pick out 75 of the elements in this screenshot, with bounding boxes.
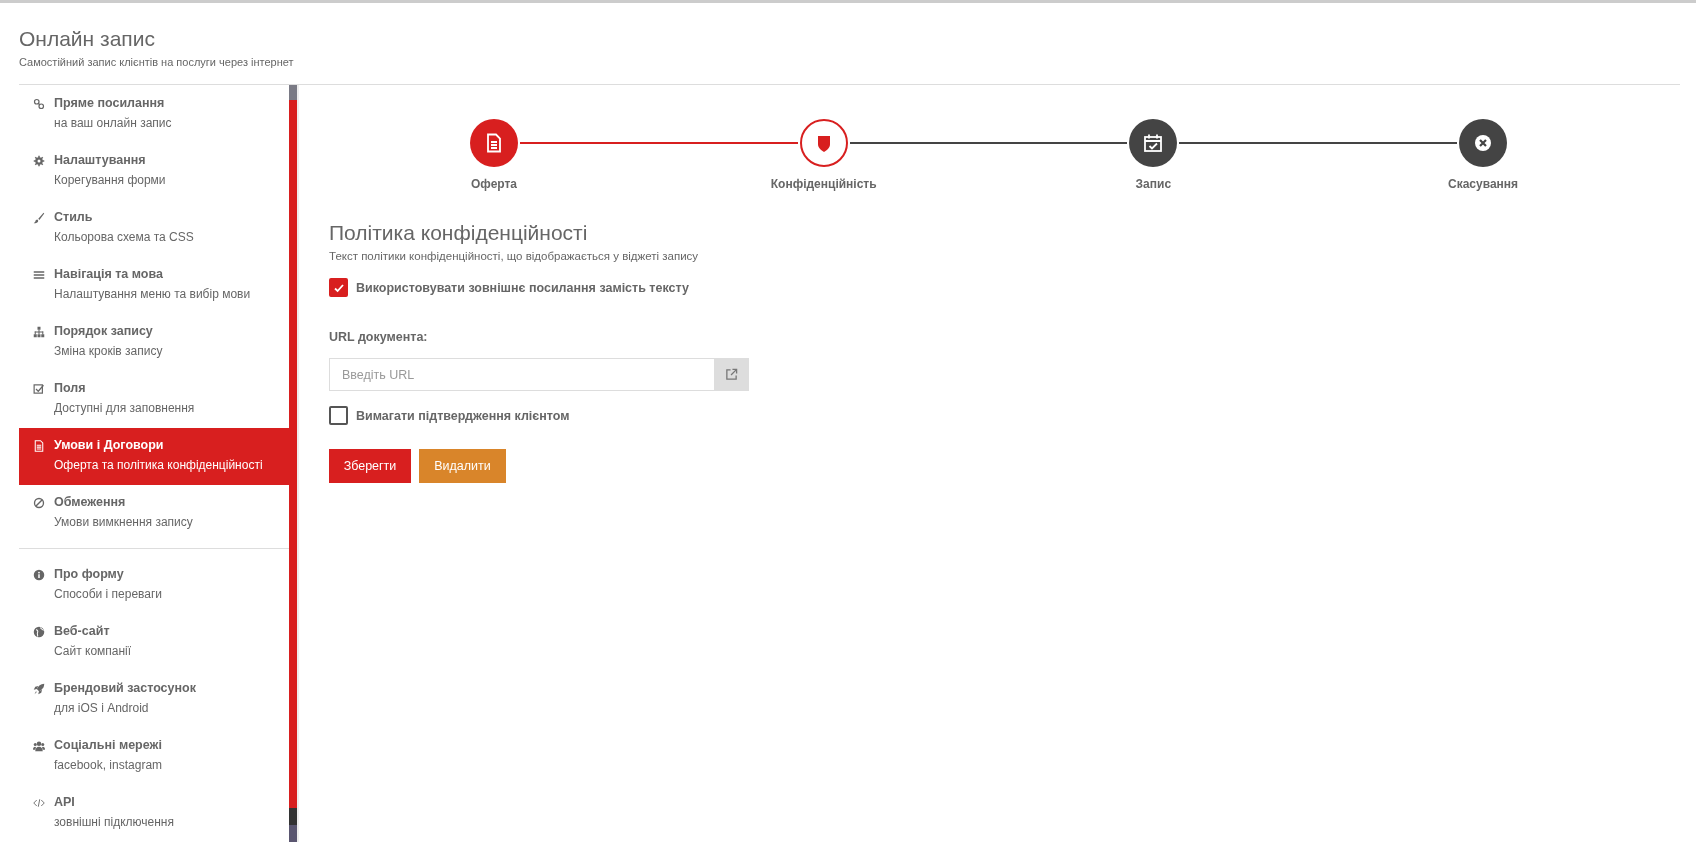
sidebar-item[interactable]: Стиль Кольорова схема та CSS xyxy=(19,200,289,257)
sidebar-item-title: Налаштування xyxy=(54,153,147,167)
step-label: Скасування xyxy=(1447,177,1519,191)
step-label: Оферта xyxy=(470,177,518,191)
sidebar-item[interactable]: API зовнішні підключення xyxy=(19,785,289,842)
sidebar-item[interactable]: Обмеження Умови вимкнення запису xyxy=(19,485,289,542)
menu-icon xyxy=(33,269,45,281)
sidebar-item-subtitle: на ваш онлайн запис xyxy=(54,116,172,130)
step-label: Конфіденційність xyxy=(770,177,877,191)
sidebar-item-title: Поля xyxy=(54,381,87,395)
sidebar-item-title: Навігація та мова xyxy=(54,267,164,281)
section-description: Текст політики конфіденційності, що відображається у віджеті запису xyxy=(329,250,700,262)
field-label: URL документа: xyxy=(329,330,429,344)
sidebar-item-subtitle: Доступні для заповнення xyxy=(54,401,195,415)
sitemap-icon xyxy=(33,326,45,338)
sidebar-item[interactable]: Навігація та мова Налаштування меню та вибір мови xyxy=(19,257,289,314)
brush-icon xyxy=(33,212,45,224)
sidebar-item-title: Про форму xyxy=(54,567,125,581)
sidebar-item[interactable]: Соціальні мережі facebook, instagram xyxy=(19,728,289,785)
sidebar-scrollbar[interactable] xyxy=(289,85,297,842)
sidebar-item[interactable]: Налаштування Корегування форми xyxy=(19,143,289,200)
sidebar-item-subtitle: Корегування форми xyxy=(54,173,166,187)
sidebar-item-subtitle: Способи і переваги xyxy=(54,587,163,601)
checkbox-label: Вимагати підтвердження клієнтом xyxy=(356,408,570,423)
document-icon xyxy=(484,133,504,153)
sidebar-item[interactable]: Умови і Договори Оферта та політика конфіденційності xyxy=(19,428,289,485)
checkbox-label: Використовувати зовнішнє посилання замість тексту xyxy=(356,280,689,295)
save-button[interactable]: Зберегти xyxy=(329,449,411,483)
step-circle[interactable] xyxy=(799,119,848,167)
sidebar-item-subtitle: Сайт компанії xyxy=(54,644,132,658)
sidebar-item[interactable]: Пряме посилання на ваш онлайн запис xyxy=(19,86,289,143)
step-label: Запис xyxy=(1135,177,1172,191)
sidebar-item-title: Пряме посилання xyxy=(54,96,166,110)
step-circle[interactable] xyxy=(1129,119,1178,167)
checkbox[interactable] xyxy=(329,406,348,425)
ban-icon xyxy=(33,497,45,509)
sidebar-item[interactable]: Про форму Способи і переваги xyxy=(19,557,289,614)
sidebar-item[interactable]: Порядок запису Зміна кроків запису xyxy=(19,314,289,371)
step-circle[interactable] xyxy=(470,119,518,167)
section-title: Політика конфіденційності xyxy=(329,221,589,245)
page-subtitle: Самостійний запис клієнтів на послуги через інтернет xyxy=(19,56,295,68)
sidebar-item-subtitle: зовнішні підключення xyxy=(54,815,174,829)
info-icon xyxy=(33,569,45,581)
sidebar-item[interactable]: Поля Доступні для заповнення xyxy=(19,371,289,428)
cancel-icon xyxy=(1473,133,1493,153)
rocket-icon xyxy=(33,683,45,695)
sidebar-item-title: Соціальні мережі xyxy=(54,738,163,752)
external-link-icon xyxy=(724,368,738,381)
checkbox[interactable] xyxy=(329,278,348,297)
gear-icon xyxy=(33,155,45,167)
sidebar-item-subtitle: Налаштування меню та вибір мови xyxy=(54,287,251,301)
users-icon xyxy=(33,740,45,752)
sidebar-item-subtitle: facebook, instagram xyxy=(54,758,163,772)
checkbox-icon xyxy=(33,383,45,395)
sidebar-item-title: Обмеження xyxy=(54,495,127,509)
page-title: Онлайн запис xyxy=(19,27,156,51)
document-icon xyxy=(33,440,45,452)
sidebar-item-subtitle: Умови вимкнення запису xyxy=(54,515,193,529)
sidebar-item-title: Брендовий застосунок xyxy=(54,681,196,695)
sidebar-item-title: Порядок запису xyxy=(54,324,154,338)
sidebar-item-title: Стиль xyxy=(54,210,94,224)
sidebar-item[interactable]: Брендовий застосунок для iOS і Android xyxy=(19,671,289,728)
sidebar-item-subtitle: Кольорова схема та CSS xyxy=(54,230,194,244)
sidebar-item-title: Веб-сайт xyxy=(54,624,111,638)
calendar-icon xyxy=(1143,133,1164,153)
sidebar-item-subtitle: Оферта та політика конфіденційності xyxy=(54,458,263,472)
sidebar-item-title: Умови і Договори xyxy=(54,438,165,452)
code-icon xyxy=(33,797,45,809)
globe-icon xyxy=(33,626,45,638)
sidebar-item[interactable]: Веб-сайт Сайт компанії xyxy=(19,614,289,671)
link-icon xyxy=(33,98,45,110)
sidebar-item-subtitle: для iOS і Android xyxy=(54,701,150,715)
sidebar-item-title: API xyxy=(54,795,76,809)
sidebar-item-subtitle: Зміна кроків запису xyxy=(54,344,163,358)
step-circle[interactable] xyxy=(1459,119,1507,167)
